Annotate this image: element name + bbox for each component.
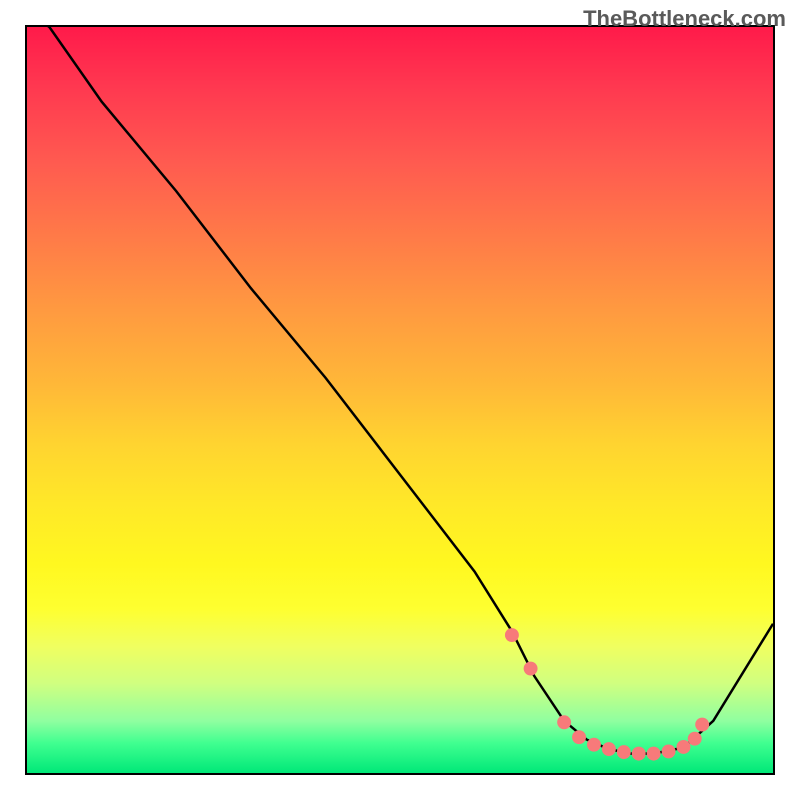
chart-plot-area bbox=[25, 25, 775, 775]
chart-marker-dot bbox=[557, 715, 571, 729]
chart-marker-dot bbox=[677, 740, 691, 754]
chart-marker-dot bbox=[695, 718, 709, 732]
chart-marker-dot bbox=[647, 747, 661, 761]
chart-overlay bbox=[27, 27, 773, 773]
chart-marker-dot bbox=[505, 628, 519, 642]
chart-markers bbox=[505, 628, 709, 760]
chart-marker-dot bbox=[524, 662, 538, 676]
watermark: TheBottleneck.com bbox=[583, 6, 786, 32]
chart-curve bbox=[27, 27, 773, 754]
chart-marker-dot bbox=[662, 744, 676, 758]
chart-marker-dot bbox=[617, 745, 631, 759]
chart-marker-dot bbox=[688, 732, 702, 746]
chart-marker-dot bbox=[602, 742, 616, 756]
chart-marker-dot bbox=[572, 730, 586, 744]
chart-marker-dot bbox=[587, 738, 601, 752]
chart-marker-dot bbox=[632, 747, 646, 761]
